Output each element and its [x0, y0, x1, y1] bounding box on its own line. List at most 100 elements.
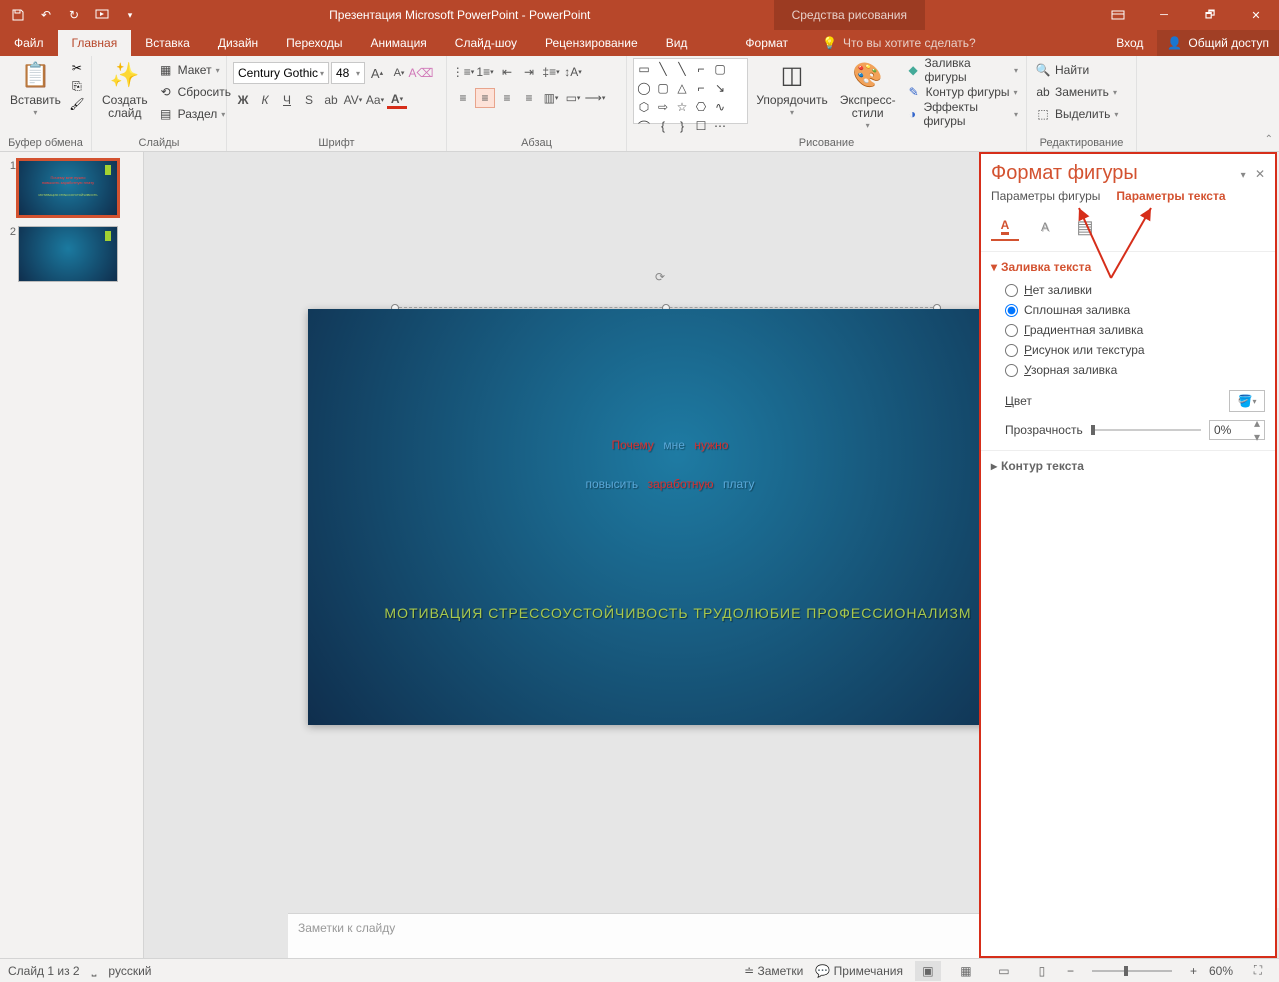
text-direction-button[interactable]: ↕A▾ — [563, 62, 583, 82]
bullets-button[interactable]: ⋮≡▾ — [453, 62, 473, 82]
minimize-button[interactable]: ─ — [1141, 0, 1187, 30]
numbering-button[interactable]: 1≡▾ — [475, 62, 495, 82]
arrange-button[interactable]: ◫ Упорядочить▾ — [752, 58, 831, 120]
radio-pattern-fill[interactable]: Узорная заливка — [1005, 360, 1265, 380]
shape-line2-icon[interactable]: ╲ — [674, 61, 690, 77]
increase-indent-button[interactable]: ⇥ — [519, 62, 539, 82]
font-color-button[interactable]: A▾ — [387, 92, 407, 109]
redo-icon[interactable]: ↻ — [66, 7, 82, 23]
radio-picture-fill[interactable]: Рисунок или текстура — [1005, 340, 1265, 360]
tab-transitions[interactable]: Переходы — [272, 30, 356, 56]
maximize-button[interactable]: 🗗 — [1187, 0, 1233, 30]
italic-button[interactable]: К — [255, 90, 275, 110]
copy-icon[interactable]: ⎘ — [69, 78, 85, 94]
title-textbox[interactable]: Почему мне нужно повысить заработную пла… — [400, 419, 940, 519]
spellcheck-icon[interactable]: ⎵ — [92, 963, 97, 978]
tab-text-options[interactable]: Параметры текста — [1116, 189, 1225, 203]
textbox-icon[interactable]: ▤ — [1071, 213, 1099, 241]
shape-effects-button[interactable]: ◑Эффекты фигуры▾ — [904, 104, 1020, 124]
shape-fill-button[interactable]: ◆Заливка фигуры▾ — [904, 60, 1020, 80]
thumbnail-2[interactable]: 2 — [6, 226, 137, 282]
tab-animation[interactable]: Анимация — [356, 30, 440, 56]
share-button[interactable]: 👤 Общий доступ — [1157, 30, 1279, 56]
sorter-view-icon[interactable]: ▦ — [953, 961, 979, 981]
decrease-indent-button[interactable]: ⇤ — [497, 62, 517, 82]
shape-arc-icon[interactable]: ⌒ — [636, 118, 652, 134]
save-icon[interactable] — [10, 7, 26, 23]
cut-icon[interactable]: ✂ — [69, 60, 85, 76]
reset-button[interactable]: ⟲Сбросить — [156, 82, 233, 102]
collapse-ribbon-icon[interactable]: ⌃ — [1265, 134, 1273, 145]
tab-design[interactable]: Дизайн — [204, 30, 272, 56]
thumbnail-1[interactable]: 1 Почему мне нужноповысить заработную пл… — [6, 160, 137, 216]
start-slideshow-icon[interactable] — [94, 7, 110, 23]
find-button[interactable]: 🔍Найти — [1033, 60, 1120, 80]
zoom-slider[interactable] — [1092, 970, 1172, 972]
shape-arrow3-icon[interactable]: ⇨ — [655, 99, 671, 115]
section-text-outline-header[interactable]: ▸Контур текста — [991, 459, 1265, 473]
align-center-button[interactable]: ≡ — [475, 88, 495, 108]
shape-curve-icon[interactable]: ∿ — [712, 99, 728, 115]
rotation-handle-icon[interactable]: ⟳ — [655, 270, 671, 286]
close-button[interactable]: ✕ — [1233, 0, 1279, 30]
status-language[interactable]: русский — [108, 964, 151, 978]
fit-to-window-icon[interactable]: ⛶ — [1245, 961, 1271, 981]
undo-icon[interactable]: ↶ — [38, 7, 54, 23]
grow-font-icon[interactable]: A▴ — [367, 63, 387, 83]
pane-options-icon[interactable]: ▾ — [1241, 170, 1246, 181]
notes-toggle[interactable]: ≐ Заметки — [744, 964, 803, 978]
subtitle-textbox[interactable]: МОТИВАЦИЯ СТРЕССОУСТОЙЧИВОСТЬ ТРУДОЛЮБИЕ… — [358, 605, 998, 621]
text-effects-icon[interactable]: A — [1031, 213, 1059, 241]
align-left-button[interactable]: ≡ — [453, 88, 473, 108]
tab-view[interactable]: Вид — [652, 30, 702, 56]
columns-button[interactable]: ▥▾ — [541, 88, 561, 108]
normal-view-icon[interactable]: ▣ — [915, 961, 941, 981]
zoom-out-icon[interactable]: − — [1067, 964, 1074, 978]
shape-more-icon[interactable]: ⋯ — [712, 118, 728, 134]
ribbon-display-icon[interactable] — [1095, 0, 1141, 30]
pane-close-icon[interactable]: ✕ — [1255, 167, 1265, 181]
shape-arrow-icon[interactable]: ⌐ — [693, 80, 709, 96]
text-fill-outline-icon[interactable]: A — [991, 213, 1019, 241]
section-button[interactable]: ▤Раздел▾ — [156, 104, 233, 124]
replace-button[interactable]: abЗаменить▾ — [1033, 82, 1120, 102]
tab-shape-options[interactable]: Параметры фигуры — [991, 189, 1100, 203]
color-picker-button[interactable]: 🪣▾ — [1229, 390, 1265, 412]
qat-more-icon[interactable]: ▾ — [122, 7, 138, 23]
format-painter-icon[interactable]: 🖌 — [69, 96, 85, 112]
reading-view-icon[interactable]: ▭ — [991, 961, 1017, 981]
align-right-button[interactable]: ≡ — [497, 88, 517, 108]
spin-up-icon[interactable]: ▴ — [1254, 416, 1260, 430]
comments-toggle[interactable]: 💬 Примечания — [815, 964, 903, 978]
shape-arrow2-icon[interactable]: ↘ — [712, 80, 728, 96]
shape-callout-icon[interactable]: ☐ — [693, 118, 709, 134]
tab-format[interactable]: Формат — [731, 30, 802, 56]
status-slide-count[interactable]: Слайд 1 из 2 — [8, 964, 80, 978]
underline-button[interactable]: Ч — [277, 90, 297, 110]
select-button[interactable]: ⬚Выделить▾ — [1033, 104, 1120, 124]
slideshow-view-icon[interactable]: ▯ — [1029, 961, 1055, 981]
shape-bracket-icon[interactable]: ⎔ — [693, 99, 709, 115]
shape-tri-icon[interactable]: △ — [674, 80, 690, 96]
shape-rect2-icon[interactable]: ▢ — [712, 61, 728, 77]
shape-connector-icon[interactable]: ⌐ — [693, 61, 709, 77]
tab-slideshow[interactable]: Слайд-шоу — [441, 30, 531, 56]
strike-button[interactable]: S — [299, 90, 319, 110]
shapes-gallery[interactable]: ▭╲╲⌐▢◯▢ △⌐↘⬡⇨☆⎔ ∿⌒{}☐⋯ — [633, 58, 748, 124]
paste-button[interactable]: 📋 Вставить ▾ — [6, 58, 65, 120]
radio-gradient-fill[interactable]: Градиентная заливка — [1005, 320, 1265, 340]
change-case-button[interactable]: Aa▾ — [365, 90, 385, 110]
justify-button[interactable]: ≡ — [519, 88, 539, 108]
zoom-level[interactable]: 60% — [1209, 964, 1233, 978]
smartart-button[interactable]: ⟶▾ — [585, 88, 605, 108]
spin-down-icon[interactable]: ▾ — [1254, 430, 1260, 444]
shape-outline-button[interactable]: ✎Контур фигуры▾ — [904, 82, 1020, 102]
tab-file[interactable]: Файл — [0, 30, 58, 56]
quick-styles-button[interactable]: 🎨 Экспресс- стили▾ — [836, 58, 900, 133]
shape-rect-icon[interactable]: ▭ — [636, 61, 652, 77]
section-text-fill-header[interactable]: ▾Заливка текста — [991, 260, 1265, 274]
tab-review[interactable]: Рецензирование — [531, 30, 652, 56]
shape-brace-icon[interactable]: { — [655, 118, 671, 134]
radio-no-fill[interactable]: Нет заливки — [1005, 280, 1265, 300]
clear-format-icon[interactable]: A⌫ — [411, 63, 431, 83]
